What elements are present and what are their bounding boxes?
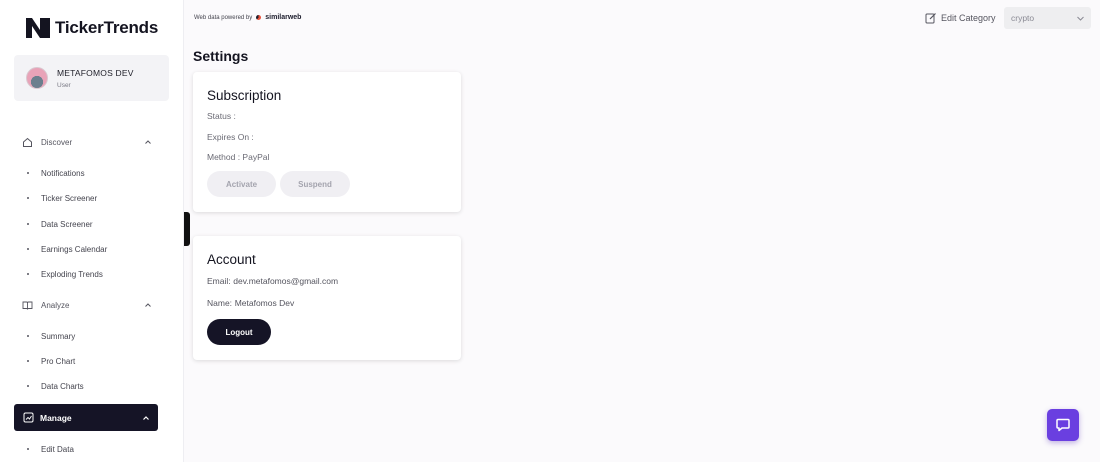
- sidebar-item-pro-chart[interactable]: Pro Chart: [27, 355, 75, 367]
- bullet: [27, 335, 29, 337]
- sidebar-section-discover[interactable]: Discover: [22, 135, 152, 149]
- account-email: Email: dev.metafomos@gmail.com: [207, 276, 338, 287]
- subscription-method: Method : PayPal: [207, 152, 270, 162]
- sidebar-item-earnings-calendar[interactable]: Earnings Calendar: [27, 243, 107, 255]
- suspend-button[interactable]: Suspend: [280, 171, 350, 197]
- user-card[interactable]: METAFOMOS DEV User: [14, 55, 169, 101]
- subscription-expires: Expires On :: [207, 132, 254, 142]
- activate-button[interactable]: Activate: [207, 171, 276, 197]
- sidebar: TickerTrends METAFOMOS DEV User Discover…: [0, 0, 184, 462]
- bullet: [27, 385, 29, 387]
- sidebar-item-edit-data[interactable]: Edit Data: [27, 443, 74, 455]
- sidebar-item-label: Exploding Trends: [41, 269, 103, 279]
- page-title: Settings: [193, 48, 249, 64]
- sidebar-item-label: Summary: [41, 331, 76, 341]
- powered-by-text: Web data powered by: [194, 14, 253, 21]
- category-select-value: crypto: [1011, 13, 1035, 23]
- sidebar-section-label: Discover: [41, 137, 73, 147]
- sidebar-item-ticker-screener[interactable]: Ticker Screener: [27, 192, 97, 204]
- bullet: [27, 273, 29, 275]
- chevron-up-icon[interactable]: [144, 138, 152, 146]
- account-name-value: Metafomos Dev: [234, 298, 295, 308]
- sidebar-item-data-screener[interactable]: Data Screener: [27, 218, 93, 230]
- bullet: [27, 223, 29, 225]
- sidebar-item-label: Earnings Calendar: [41, 244, 108, 254]
- account-name: Name: Metafomos Dev: [207, 298, 294, 309]
- chat-icon: [1056, 418, 1070, 432]
- sidebar-item-label: Notifications: [41, 168, 85, 178]
- edit-box-icon: [23, 412, 34, 423]
- logo-mark-icon: [26, 18, 50, 38]
- account-card: Account Email: dev.metafomos@gmail.com N…: [193, 236, 461, 360]
- user-role: User: [57, 81, 71, 89]
- chat-button[interactable]: [1047, 409, 1079, 441]
- sidebar-item-label: Data Charts: [41, 381, 84, 391]
- bullet: [27, 197, 29, 199]
- logo-text: TickerTrends: [55, 18, 159, 37]
- account-title: Account: [207, 252, 256, 267]
- bullet: [27, 248, 29, 250]
- similarweb-logo-icon: [256, 15, 262, 20]
- sidebar-item-exploding-trends[interactable]: Exploding Trends: [27, 268, 103, 280]
- account-email-label: Email:: [207, 276, 231, 286]
- sidebar-item-label: Pro Chart: [41, 356, 76, 366]
- sidebar-section-label: Manage: [40, 412, 72, 423]
- sidebar-item-label: Data Screener: [41, 219, 93, 229]
- book-icon: [22, 300, 33, 311]
- subscription-status: Status :: [207, 111, 236, 121]
- similarweb-brand: similarweb: [265, 14, 302, 21]
- home-icon: [22, 137, 33, 148]
- sidebar-collapse-handle[interactable]: [184, 212, 190, 246]
- powered-by-similarweb: Web data powered by similarweb: [194, 14, 301, 21]
- subscription-card: Subscription Status : Expires On : Metho…: [193, 72, 461, 212]
- user-name: METAFOMOS DEV: [57, 67, 134, 78]
- sidebar-section-analyze[interactable]: Analyze: [22, 298, 152, 312]
- category-select[interactable]: crypto: [1004, 7, 1091, 29]
- sidebar-section-label: Analyze: [41, 300, 70, 310]
- sidebar-item-summary[interactable]: Summary: [27, 330, 75, 342]
- avatar: [26, 67, 48, 89]
- bullet: [27, 360, 29, 362]
- chevron-down-icon: [1076, 14, 1085, 23]
- account-name-label: Name:: [207, 298, 233, 308]
- edit-category-label: Edit Category: [941, 13, 996, 23]
- sidebar-item-label: Ticker Screener: [41, 193, 98, 203]
- sidebar-item-data-charts[interactable]: Data Charts: [27, 380, 84, 392]
- app-logo[interactable]: TickerTrends: [25, 16, 158, 40]
- edit-icon: [925, 13, 936, 24]
- bullet: [27, 448, 29, 450]
- sidebar-item-label: Edit Data: [41, 444, 74, 454]
- chevron-up-icon[interactable]: [142, 414, 150, 422]
- account-email-value: dev.metafomos@gmail.com: [233, 276, 339, 286]
- logout-button[interactable]: Logout: [207, 319, 271, 345]
- sidebar-section-manage[interactable]: Manage: [14, 404, 158, 431]
- bullet: [27, 172, 29, 174]
- edit-category-button[interactable]: Edit Category: [925, 11, 996, 25]
- sidebar-item-notifications[interactable]: Notifications: [27, 167, 85, 179]
- chevron-up-icon[interactable]: [144, 301, 152, 309]
- subscription-title: Subscription: [207, 88, 282, 103]
